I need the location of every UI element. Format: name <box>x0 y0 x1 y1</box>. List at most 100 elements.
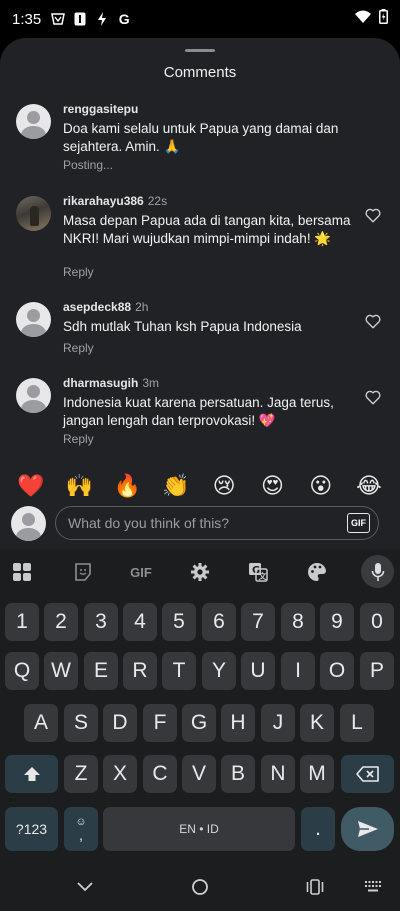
home-circle-icon[interactable] <box>188 875 212 899</box>
key-8[interactable]: 8 <box>281 603 315 641</box>
key-j[interactable]: J <box>261 704 295 742</box>
key-e[interactable]: E <box>84 652 118 690</box>
key-p[interactable]: P <box>360 652 394 690</box>
backspace-key[interactable] <box>341 755 394 793</box>
key-u[interactable]: U <box>241 652 275 690</box>
comment-status: Posting... <box>63 158 114 172</box>
quick-emoji-bar: ❤️ 🙌 🔥 👏 😢 😍 😮 😂 <box>0 470 400 502</box>
drag-handle[interactable] <box>185 49 215 52</box>
avatar[interactable] <box>16 104 51 139</box>
reply-button[interactable]: Reply <box>63 341 94 355</box>
battery-icon <box>379 9 388 29</box>
avatar[interactable] <box>16 378 51 413</box>
key-3[interactable]: 3 <box>84 603 118 641</box>
comment-text: Indonesia kuat karena persatuan. Jaga te… <box>63 395 334 428</box>
gif-keyboard-icon[interactable]: GIF <box>125 556 157 588</box>
keyboard: GIF G文 1 2 3 4 5 6 7 8 9 0 Q W E R T Y U… <box>0 550 400 861</box>
emoji-surprised[interactable]: 😮 <box>307 470 335 502</box>
key-9[interactable]: 9 <box>320 603 354 641</box>
key-b[interactable]: B <box>221 755 255 793</box>
hide-keyboard-chevron-icon[interactable] <box>73 875 97 899</box>
key-i[interactable]: I <box>281 652 315 690</box>
key-7[interactable]: 7 <box>241 603 275 641</box>
comment-username[interactable]: dharmasugih 3m <box>63 376 159 390</box>
emoji-heart[interactable]: ❤️ <box>17 470 45 502</box>
avatar[interactable] <box>16 196 51 231</box>
wifi-icon <box>355 10 371 28</box>
emoji-fire[interactable]: 🔥 <box>114 470 142 502</box>
key-a[interactable]: A <box>24 704 58 742</box>
key-l[interactable]: L <box>340 704 374 742</box>
key-y[interactable]: Y <box>202 652 236 690</box>
emoji-clap[interactable]: 👏 <box>162 470 190 502</box>
like-heart-icon[interactable] <box>364 312 382 330</box>
keyboard-toolbar: GIF G文 <box>0 550 400 594</box>
key-t[interactable]: T <box>162 652 196 690</box>
key-w[interactable]: W <box>44 652 78 690</box>
key-5[interactable]: 5 <box>162 603 196 641</box>
emoji-laughing[interactable]: 😂 <box>355 470 383 502</box>
comment-input-box[interactable]: GIF <box>55 506 379 540</box>
apps-grid-icon[interactable] <box>6 556 38 588</box>
key-c[interactable]: C <box>143 755 177 793</box>
key-z[interactable]: Z <box>64 755 98 793</box>
like-heart-icon[interactable] <box>364 206 382 224</box>
status-bar: 1:35 G <box>0 0 400 38</box>
comment-text: Masa depan Papua ada di tangan kita, ber… <box>63 213 351 246</box>
microphone-icon[interactable] <box>361 555 394 588</box>
theme-palette-icon[interactable] <box>301 556 333 588</box>
key-1[interactable]: 1 <box>5 603 39 641</box>
key-v[interactable]: V <box>182 755 216 793</box>
emoji-comma-key[interactable]: ☺ , <box>64 807 98 851</box>
key-f[interactable]: F <box>143 704 177 742</box>
key-x[interactable]: X <box>103 755 137 793</box>
keyboard-switcher-icon[interactable] <box>361 875 385 899</box>
sticker-icon[interactable] <box>67 556 99 588</box>
emoji-smiley-icon: ☺ <box>75 815 87 828</box>
notification-app-icon <box>73 12 87 26</box>
comment-text: Sdh mutlak Tuhan ksh Papua Indonesia <box>63 319 302 334</box>
status-time: 1:35 <box>12 10 42 28</box>
emoji-heart-eyes[interactable]: 😍 <box>258 470 286 502</box>
comment-username[interactable]: rikarahayu386 22s <box>63 194 167 208</box>
period-key[interactable]: . <box>301 807 335 851</box>
comment-username[interactable]: asepdeck88 2h <box>63 300 148 314</box>
translate-icon[interactable]: G文 <box>242 556 274 588</box>
key-0[interactable]: 0 <box>360 603 394 641</box>
comment-timestamp: 2h <box>135 300 149 314</box>
key-2[interactable]: 2 <box>44 603 78 641</box>
send-key[interactable] <box>341 807 394 851</box>
bolt-icon <box>95 12 109 26</box>
key-d[interactable]: D <box>103 704 137 742</box>
emoji-crying[interactable]: 😢 <box>210 470 238 502</box>
shift-key[interactable] <box>5 755 58 793</box>
settings-gear-icon[interactable] <box>184 556 216 588</box>
key-m[interactable]: M <box>300 755 334 793</box>
recents-icon[interactable] <box>303 875 327 899</box>
gif-button[interactable]: GIF <box>347 513 370 533</box>
google-icon: G <box>118 11 130 27</box>
reply-button[interactable]: Reply <box>63 432 94 446</box>
key-4[interactable]: 4 <box>123 603 157 641</box>
emoji-raising-hands[interactable]: 🙌 <box>65 470 93 502</box>
comment-input[interactable] <box>68 507 338 539</box>
key-g[interactable]: G <box>182 704 216 742</box>
key-6[interactable]: 6 <box>202 603 236 641</box>
comment-username[interactable]: renggasitepu <box>63 102 138 116</box>
key-k[interactable]: K <box>300 704 334 742</box>
reply-button[interactable]: Reply <box>63 265 94 279</box>
symbols-key[interactable]: ?123 <box>5 807 58 851</box>
key-q[interactable]: Q <box>5 652 39 690</box>
avatar[interactable] <box>16 302 51 337</box>
comment-text: Doa kami selalu untuk Papua yang damai d… <box>63 121 339 154</box>
key-o[interactable]: O <box>320 652 354 690</box>
space-bar[interactable]: EN • ID <box>103 807 295 851</box>
key-s[interactable]: S <box>64 704 98 742</box>
comment-timestamp: 3m <box>142 376 160 390</box>
key-r[interactable]: R <box>123 652 157 690</box>
key-n[interactable]: N <box>261 755 295 793</box>
like-heart-icon[interactable] <box>364 388 382 406</box>
vpn-shield-icon <box>51 12 66 26</box>
my-avatar <box>11 506 46 541</box>
key-h[interactable]: H <box>221 704 255 742</box>
